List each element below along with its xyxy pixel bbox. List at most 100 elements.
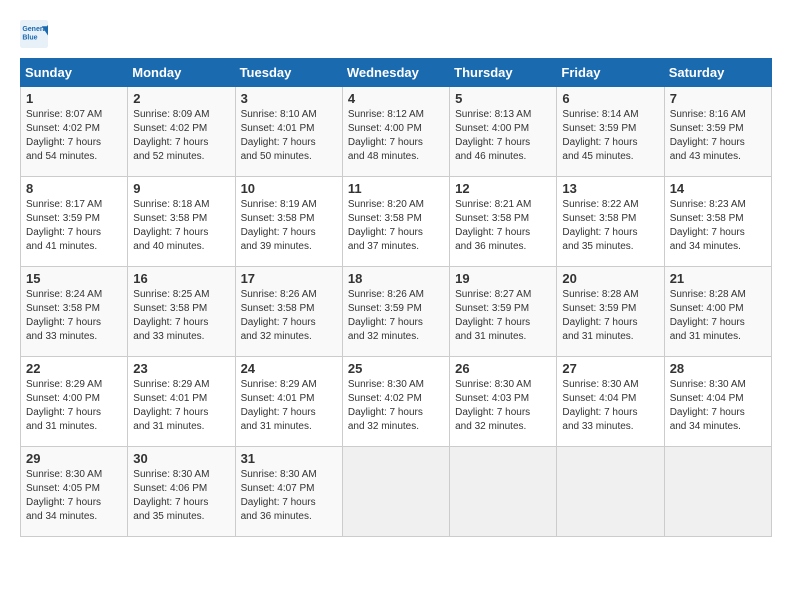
calendar-cell: 11 Sunrise: 8:20 AM Sunset: 3:58 PM Dayli… (342, 177, 449, 267)
day-info: Sunrise: 8:29 AM Sunset: 4:01 PM Dayligh… (241, 378, 337, 434)
day-info: Sunrise: 8:26 AM Sunset: 3:58 PM Dayligh… (241, 288, 337, 344)
day-number: 12 (455, 181, 551, 196)
calendar: SundayMondayTuesdayWednesdayThursdayFrid… (20, 58, 772, 537)
day-info: Sunrise: 8:21 AM Sunset: 3:58 PM Dayligh… (455, 198, 551, 254)
calendar-cell (664, 447, 771, 537)
day-number: 9 (133, 181, 229, 196)
calendar-cell: 25 Sunrise: 8:30 AM Sunset: 4:02 PM Dayli… (342, 357, 449, 447)
day-number: 1 (26, 91, 122, 106)
calendar-cell: 12 Sunrise: 8:21 AM Sunset: 3:58 PM Dayli… (450, 177, 557, 267)
calendar-cell (342, 447, 449, 537)
calendar-week-2: 8Sunrise: 8:17 AM Sunset: 3:59 PM Daylig… (21, 177, 772, 267)
day-number: 22 (26, 361, 122, 376)
day-info: Sunrise: 8:23 AM Sunset: 3:58 PM Dayligh… (670, 198, 766, 254)
calendar-cell: 23Sunrise: 8:29 AM Sunset: 4:01 PM Dayli… (128, 357, 235, 447)
logo-icon: General Blue (20, 20, 48, 48)
day-info: Sunrise: 8:30 AM Sunset: 4:02 PM Dayligh… (348, 378, 444, 434)
day-info: Sunrise: 8:25 AM Sunset: 3:58 PM Dayligh… (133, 288, 229, 344)
calendar-week-1: 1 Sunrise: 8:07 AM Sunset: 4:02 PM Daylig… (21, 87, 772, 177)
day-info: Sunrise: 8:28 AM Sunset: 4:00 PM Dayligh… (670, 288, 766, 344)
calendar-cell: 6Sunrise: 8:14 AM Sunset: 3:59 PM Daylig… (557, 87, 664, 177)
day-number: 29 (26, 451, 122, 466)
day-info: Sunrise: 8:30 AM Sunset: 4:04 PM Dayligh… (562, 378, 658, 434)
calendar-cell: 4 Sunrise: 8:12 AM Sunset: 4:00 PM Daylig… (342, 87, 449, 177)
calendar-cell: 27 Sunrise: 8:30 AM Sunset: 4:04 PM Dayli… (557, 357, 664, 447)
header-day-saturday: Saturday (664, 59, 771, 87)
header-day-wednesday: Wednesday (342, 59, 449, 87)
header-day-friday: Friday (557, 59, 664, 87)
calendar-cell: 7 Sunrise: 8:16 AM Sunset: 3:59 PM Daylig… (664, 87, 771, 177)
calendar-cell: 28 Sunrise: 8:30 AM Sunset: 4:04 PM Dayli… (664, 357, 771, 447)
day-number: 7 (670, 91, 766, 106)
day-number: 20 (562, 271, 658, 286)
day-info: Sunrise: 8:30 AM Sunset: 4:07 PM Dayligh… (241, 468, 337, 524)
day-info: Sunrise: 8:10 AM Sunset: 4:01 PM Dayligh… (241, 108, 337, 164)
day-number: 21 (670, 271, 766, 286)
day-info: Sunrise: 8:28 AM Sunset: 3:59 PM Dayligh… (562, 288, 658, 344)
day-info: Sunrise: 8:09 AM Sunset: 4:02 PM Dayligh… (133, 108, 229, 164)
day-number: 15 (26, 271, 122, 286)
calendar-cell: 10Sunrise: 8:19 AM Sunset: 3:58 PM Dayli… (235, 177, 342, 267)
day-number: 4 (348, 91, 444, 106)
calendar-cell (450, 447, 557, 537)
calendar-cell: 19 Sunrise: 8:27 AM Sunset: 3:59 PM Dayli… (450, 267, 557, 357)
header-day-sunday: Sunday (21, 59, 128, 87)
calendar-cell: 8Sunrise: 8:17 AM Sunset: 3:59 PM Daylig… (21, 177, 128, 267)
calendar-cell: 2Sunrise: 8:09 AM Sunset: 4:02 PM Daylig… (128, 87, 235, 177)
day-number: 27 (562, 361, 658, 376)
day-info: Sunrise: 8:27 AM Sunset: 3:59 PM Dayligh… (455, 288, 551, 344)
calendar-cell: 18 Sunrise: 8:26 AM Sunset: 3:59 PM Dayli… (342, 267, 449, 357)
day-number: 25 (348, 361, 444, 376)
day-number: 16 (133, 271, 229, 286)
day-number: 28 (670, 361, 766, 376)
day-number: 31 (241, 451, 337, 466)
header-day-monday: Monday (128, 59, 235, 87)
calendar-week-3: 15 Sunrise: 8:24 AM Sunset: 3:58 PM Dayli… (21, 267, 772, 357)
day-info: Sunrise: 8:29 AM Sunset: 4:01 PM Dayligh… (133, 378, 229, 434)
calendar-cell (557, 447, 664, 537)
calendar-cell: 30Sunrise: 8:30 AM Sunset: 4:06 PM Dayli… (128, 447, 235, 537)
day-number: 14 (670, 181, 766, 196)
day-info: Sunrise: 8:12 AM Sunset: 4:00 PM Dayligh… (348, 108, 444, 164)
calendar-cell: 13Sunrise: 8:22 AM Sunset: 3:58 PM Dayli… (557, 177, 664, 267)
day-number: 19 (455, 271, 551, 286)
day-info: Sunrise: 8:24 AM Sunset: 3:58 PM Dayligh… (26, 288, 122, 344)
calendar-cell: 29 Sunrise: 8:30 AM Sunset: 4:05 PM Dayli… (21, 447, 128, 537)
calendar-body: 1 Sunrise: 8:07 AM Sunset: 4:02 PM Daylig… (21, 87, 772, 537)
calendar-cell: 31 Sunrise: 8:30 AM Sunset: 4:07 PM Dayli… (235, 447, 342, 537)
day-info: Sunrise: 8:26 AM Sunset: 3:59 PM Dayligh… (348, 288, 444, 344)
day-info: Sunrise: 8:20 AM Sunset: 3:58 PM Dayligh… (348, 198, 444, 254)
day-info: Sunrise: 8:30 AM Sunset: 4:05 PM Dayligh… (26, 468, 122, 524)
day-number: 8 (26, 181, 122, 196)
page-header: General Blue (20, 20, 772, 48)
day-number: 30 (133, 451, 229, 466)
day-info: Sunrise: 8:16 AM Sunset: 3:59 PM Dayligh… (670, 108, 766, 164)
calendar-cell: 26 Sunrise: 8:30 AM Sunset: 4:03 PM Dayli… (450, 357, 557, 447)
day-number: 11 (348, 181, 444, 196)
day-info: Sunrise: 8:30 AM Sunset: 4:04 PM Dayligh… (670, 378, 766, 434)
day-number: 26 (455, 361, 551, 376)
calendar-cell: 16 Sunrise: 8:25 AM Sunset: 3:58 PM Dayli… (128, 267, 235, 357)
day-info: Sunrise: 8:30 AM Sunset: 4:03 PM Dayligh… (455, 378, 551, 434)
day-info: Sunrise: 8:07 AM Sunset: 4:02 PM Dayligh… (26, 108, 122, 164)
header-row: SundayMondayTuesdayWednesdayThursdayFrid… (21, 59, 772, 87)
calendar-cell: 21 Sunrise: 8:28 AM Sunset: 4:00 PM Dayli… (664, 267, 771, 357)
calendar-cell: 22 Sunrise: 8:29 AM Sunset: 4:00 PM Dayli… (21, 357, 128, 447)
calendar-cell: 5 Sunrise: 8:13 AM Sunset: 4:00 PM Daylig… (450, 87, 557, 177)
svg-text:Blue: Blue (22, 34, 37, 41)
day-info: Sunrise: 8:18 AM Sunset: 3:58 PM Dayligh… (133, 198, 229, 254)
calendar-header: SundayMondayTuesdayWednesdayThursdayFrid… (21, 59, 772, 87)
day-number: 18 (348, 271, 444, 286)
day-info: Sunrise: 8:22 AM Sunset: 3:58 PM Dayligh… (562, 198, 658, 254)
day-info: Sunrise: 8:19 AM Sunset: 3:58 PM Dayligh… (241, 198, 337, 254)
calendar-cell: 9 Sunrise: 8:18 AM Sunset: 3:58 PM Daylig… (128, 177, 235, 267)
day-info: Sunrise: 8:29 AM Sunset: 4:00 PM Dayligh… (26, 378, 122, 434)
day-info: Sunrise: 8:14 AM Sunset: 3:59 PM Dayligh… (562, 108, 658, 164)
calendar-cell: 14 Sunrise: 8:23 AM Sunset: 3:58 PM Dayli… (664, 177, 771, 267)
calendar-cell: 1 Sunrise: 8:07 AM Sunset: 4:02 PM Daylig… (21, 87, 128, 177)
day-number: 24 (241, 361, 337, 376)
day-info: Sunrise: 8:13 AM Sunset: 4:00 PM Dayligh… (455, 108, 551, 164)
calendar-cell: 24 Sunrise: 8:29 AM Sunset: 4:01 PM Dayli… (235, 357, 342, 447)
calendar-cell: 3Sunrise: 8:10 AM Sunset: 4:01 PM Daylig… (235, 87, 342, 177)
day-number: 5 (455, 91, 551, 106)
